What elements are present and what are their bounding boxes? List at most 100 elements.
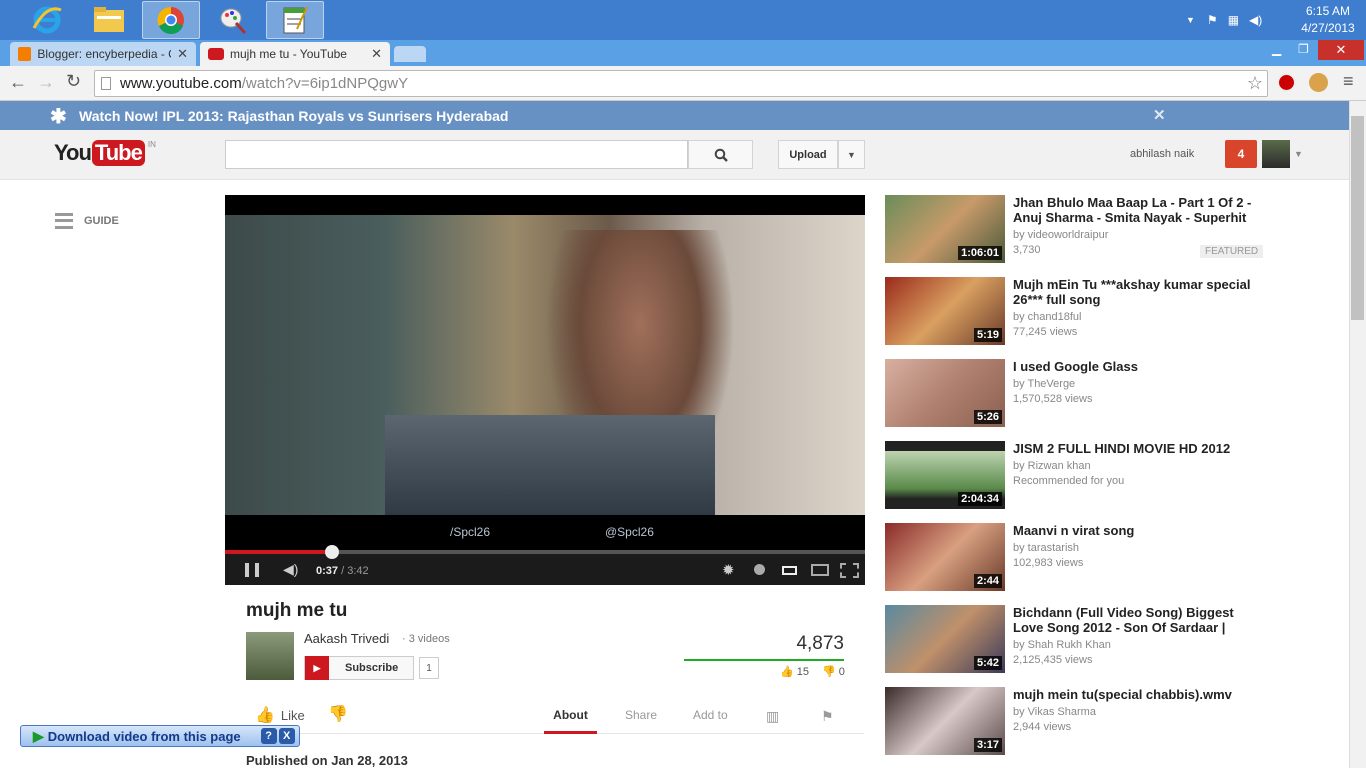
back-icon[interactable]: ← <box>9 72 27 93</box>
notepad-icon[interactable] <box>266 1 324 39</box>
stats-icon[interactable]: ▥ <box>766 708 779 725</box>
avatar[interactable] <box>1262 140 1290 168</box>
related-title[interactable]: Maanvi n virat song <box>1013 523 1263 538</box>
youtube-logo[interactable]: You Tube IN <box>54 140 156 166</box>
cookie-icon[interactable] <box>1309 73 1328 92</box>
video-thumbnail[interactable]: 5:19 <box>885 277 1005 345</box>
guide-icon[interactable] <box>55 213 73 229</box>
related-video[interactable]: 3:17 mujh mein tu(special chabbis).wmv b… <box>885 687 1270 757</box>
youtube-header: You Tube IN Upload ▼ abhilash naik 4 ▼ <box>0 130 1349 180</box>
forward-icon[interactable]: → <box>37 72 55 93</box>
related-title[interactable]: JISM 2 FULL HINDI MOVIE HD 2012 <box>1013 441 1263 456</box>
menu-icon[interactable]: ≡ <box>1343 71 1354 92</box>
tab-share[interactable]: Share <box>625 708 657 722</box>
close-tab-icon[interactable]: ✕ <box>177 46 188 62</box>
flag-icon[interactable]: ⚑ <box>821 708 834 725</box>
bookmark-star-icon[interactable]: ☆ <box>1247 73 1263 94</box>
related-video[interactable]: 2:44 Maanvi n virat song by tarastarish … <box>885 523 1270 593</box>
video-player[interactable]: /Spcl26 @Spcl26 ◀) 0:37 / 3:42 ✹ <box>225 195 865 585</box>
subscribe-button[interactable]: ▶ Subscribe <box>304 656 414 680</box>
tab-about[interactable]: About <box>544 708 597 734</box>
thumbs-down-icon: 👎 <box>328 706 348 723</box>
account-chevron-icon[interactable]: ▼ <box>1294 149 1303 159</box>
action-center-icon[interactable]: ⚑ <box>1207 13 1218 27</box>
settings-icon[interactable]: ✹ <box>722 561 735 579</box>
video-thumbnail[interactable]: 2:04:34 <box>885 441 1005 509</box>
reload-icon[interactable]: ↻ <box>66 71 81 92</box>
dislike-count: 👎 0 <box>822 666 845 678</box>
search-input[interactable] <box>225 140 688 169</box>
youtube-favicon-icon <box>208 48 224 60</box>
small-player-icon[interactable] <box>782 566 797 575</box>
restore-icon[interactable]: ❐ <box>1298 42 1309 56</box>
tab-blogger[interactable]: Blogger: encyberpedia - C ✕ <box>10 42 196 66</box>
youtube-play-icon: ▶ <box>305 656 329 680</box>
fullscreen-icon[interactable] <box>840 563 859 578</box>
tab-youtube[interactable]: mujh me tu - YouTube ✕ <box>200 42 390 66</box>
minimize-icon[interactable]: ▁ <box>1272 42 1281 56</box>
upload-dropdown-icon[interactable]: ▼ <box>838 140 865 169</box>
thumbs-up-icon: 👍 <box>255 707 275 724</box>
banner-text[interactable]: Watch Now! IPL 2013: Rajasthan Royals vs… <box>79 108 508 124</box>
video-thumbnail[interactable]: 1:06:01 <box>885 195 1005 263</box>
clock[interactable]: 6:15 AM 4/27/2013 <box>1300 3 1356 37</box>
related-title[interactable]: Jhan Bhulo Maa Baap La - Part 1 Of 2 - A… <box>1013 195 1263 225</box>
uploader-avatar[interactable] <box>246 632 294 680</box>
video-thumbnail[interactable]: 2:44 <box>885 523 1005 591</box>
video-thumbnail[interactable]: 5:42 <box>885 605 1005 673</box>
search-button[interactable] <box>688 140 753 169</box>
subscriber-count: 1 <box>419 657 439 679</box>
related-title[interactable]: I used Google Glass <box>1013 359 1263 374</box>
uploader-name[interactable]: Aakash Trivedi <box>304 631 389 646</box>
watch-later-icon[interactable] <box>754 564 765 575</box>
guide-label[interactable]: GUIDE <box>84 215 119 227</box>
related-video[interactable]: 5:19 Mujh mEin Tu ***akshay kumar specia… <box>885 277 1270 347</box>
related-video[interactable]: 2:04:34 JISM 2 FULL HINDI MOVIE HD 2012 … <box>885 441 1270 511</box>
related-title[interactable]: mujh mein tu(special chabbis).wmv <box>1013 687 1263 702</box>
overlay-facebook: /Spcl26 <box>450 525 491 539</box>
file-explorer-icon[interactable] <box>80 1 138 39</box>
address-bar[interactable]: www.youtube.com/watch?v=6ip1dNPQgwY ☆ <box>94 70 1268 97</box>
dislike-button[interactable]: 👎 <box>328 704 348 724</box>
close-window-icon[interactable]: ✕ <box>1318 40 1364 60</box>
paint-icon[interactable] <box>204 1 262 39</box>
close-banner-icon[interactable]: ✕ <box>1153 106 1166 124</box>
video-thumbnail[interactable]: 3:17 <box>885 687 1005 755</box>
related-video[interactable]: 5:26 I used Google Glass by TheVerge 1,5… <box>885 359 1270 429</box>
uploader-video-count[interactable]: · 3 videos <box>402 633 450 645</box>
download-helper-bar[interactable]: ▶ Download video from this page ? X <box>20 725 300 747</box>
download-label[interactable]: Download video from this page <box>48 729 241 744</box>
like-button[interactable]: 👍 Like <box>255 705 305 725</box>
notification-badge[interactable]: 4 <box>1225 140 1257 168</box>
related-meta: 3,730 <box>1013 244 1041 256</box>
close-download-bar-button[interactable]: X <box>278 728 295 744</box>
related-title[interactable]: Mujh mEin Tu ***akshay kumar special 26*… <box>1013 277 1263 307</box>
tray-chevron-icon[interactable]: ▼ <box>1186 15 1195 25</box>
chrome-icon[interactable] <box>142 1 200 39</box>
video-frame[interactable] <box>225 215 865 515</box>
help-button[interactable]: ? <box>260 728 277 744</box>
play-icon: ▶ <box>33 727 44 744</box>
new-tab-button[interactable] <box>394 46 426 62</box>
pause-icon[interactable] <box>245 563 259 577</box>
scrollbar-thumb[interactable] <box>1351 116 1364 320</box>
upload-button[interactable]: Upload <box>778 140 838 169</box>
dislike-count-value: 0 <box>838 666 845 678</box>
video-thumbnail[interactable]: 5:26 <box>885 359 1005 427</box>
progress-handle[interactable] <box>324 545 339 559</box>
ie-icon[interactable] <box>18 1 76 39</box>
published-date: Published on Jan 28, 2013 <box>246 753 408 768</box>
adblock-icon[interactable] <box>1277 73 1296 92</box>
volume-icon[interactable]: ◀) <box>1249 13 1262 27</box>
large-player-icon[interactable] <box>811 564 829 576</box>
promo-banner[interactable]: ✱ Watch Now! IPL 2013: Rajasthan Royals … <box>0 101 1349 130</box>
close-tab-icon[interactable]: ✕ <box>371 46 382 62</box>
username[interactable]: abhilash naik <box>1130 148 1194 160</box>
related-video[interactable]: 5:42 Bichdann (Full Video Song) Biggest … <box>885 605 1270 675</box>
like-count-value: 15 <box>796 666 810 678</box>
volume-icon[interactable]: ◀) <box>283 561 298 578</box>
network-icon[interactable]: ▦ <box>1228 13 1239 27</box>
tab-add-to[interactable]: Add to <box>693 708 728 722</box>
related-title[interactable]: Bichdann (Full Video Song) Biggest Love … <box>1013 605 1263 635</box>
related-meta: 102,983 views <box>1013 557 1084 569</box>
